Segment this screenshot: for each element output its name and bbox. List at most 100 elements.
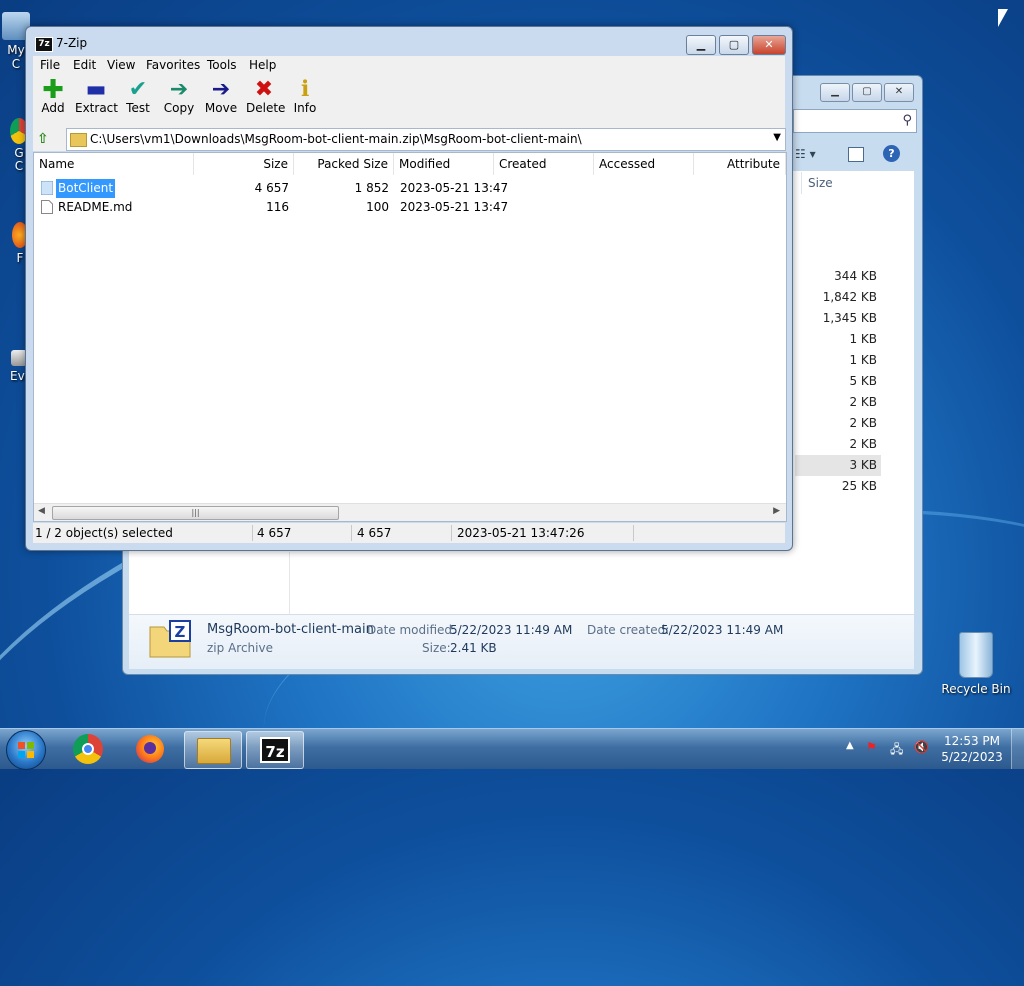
taskbar-firefox[interactable]	[122, 731, 178, 767]
status-separator	[633, 525, 634, 541]
start-button[interactable]	[6, 730, 46, 770]
status-bar: 1 / 2 object(s) selected 4 657 4 657 202…	[33, 523, 785, 543]
system-clock[interactable]: 12:53 PM 5/22/2023	[937, 733, 1007, 765]
chrome-icon	[73, 734, 103, 764]
details-label: Size:	[422, 641, 451, 655]
menu-view[interactable]: View	[107, 58, 135, 72]
taskbar-explorer[interactable]	[184, 731, 242, 769]
menu-file[interactable]: File	[40, 58, 60, 72]
tool-label: Test	[126, 101, 150, 115]
menu-bar: File Edit View Favorites Tools Help	[33, 56, 785, 75]
tool-label: Copy	[163, 101, 195, 115]
network-icon[interactable]: 🖧	[890, 740, 903, 761]
close-button[interactable]: ✕	[752, 35, 786, 55]
path-text: C:\Users\vm1\Downloads\MsgRoom-bot-clien…	[90, 132, 582, 146]
tool-label: Delete	[246, 101, 286, 115]
info-button[interactable]: ℹ Info	[290, 77, 320, 116]
maximize-button[interactable]: ▢	[719, 35, 749, 55]
delete-button[interactable]: ✖ Delete	[246, 79, 286, 116]
action-center-flag-icon[interactable]: ⚑	[866, 740, 877, 754]
move-button[interactable]: ➔ Move	[204, 77, 238, 116]
details-date-modified: 5/22/2023 11:49 AM	[450, 623, 573, 637]
clock-time: 12:53 PM	[944, 734, 1000, 748]
column-header-attributes[interactable]: Attribute	[694, 153, 786, 175]
command-bar: ☷ ▾ ?	[793, 142, 915, 168]
menu-help[interactable]: Help	[249, 58, 276, 72]
status-separator	[351, 525, 352, 541]
row-modified: 2023-05-21 13:47	[400, 200, 509, 214]
status-packed-size: 4 657	[357, 526, 392, 540]
up-folder-icon[interactable]: ⇧	[37, 131, 55, 147]
file-list[interactable]: Name Size Packed Size Modified Created A…	[33, 152, 787, 522]
view-options-icon[interactable]: ☷ ▾	[795, 147, 816, 161]
minimize-button[interactable]: ▁	[686, 35, 716, 55]
tool-label: Info	[293, 101, 317, 115]
file-size: 3 KB	[795, 455, 881, 476]
windows-logo-icon	[18, 742, 34, 758]
column-header-size[interactable]: Size	[801, 172, 888, 194]
file-size: 344 KB	[834, 269, 877, 283]
copy-button[interactable]: ➔ Copy	[163, 79, 195, 116]
file-icon	[41, 200, 53, 214]
file-size: 1,345 KB	[822, 311, 877, 325]
details-name: MsgRoom-bot-client-main	[207, 622, 374, 637]
extract-button[interactable]: ▬ Extract	[75, 79, 118, 116]
row-size: 4 657	[254, 181, 289, 195]
taskbar-chrome[interactable]	[60, 731, 116, 767]
horizontal-scrollbar[interactable]: ◀ ||| ▶	[34, 503, 786, 521]
row-name[interactable]: BotClient	[54, 178, 117, 199]
status-modified: 2023-05-21 13:47:26	[457, 526, 585, 540]
row-name[interactable]: README.md	[58, 198, 132, 217]
column-header-accessed[interactable]: Accessed	[594, 153, 694, 175]
info-icon: ℹ	[300, 77, 310, 102]
mouse-cursor-icon	[998, 9, 1008, 27]
column-header-packed-size[interactable]: Packed Size	[294, 153, 394, 175]
row-packed-size: 100	[366, 200, 389, 214]
preview-pane-icon[interactable]	[848, 147, 864, 162]
status-size: 4 657	[257, 526, 292, 540]
search-input[interactable]: ⚲	[793, 109, 917, 133]
file-size: 1 KB	[849, 332, 877, 346]
add-button[interactable]: ✚ Add	[39, 77, 67, 115]
column-header-name[interactable]: Name	[34, 153, 194, 175]
menu-favorites[interactable]: Favorites	[146, 58, 200, 72]
minimize-button[interactable]: ▁	[820, 83, 850, 102]
desktop-icon-recycle-bin[interactable]: Recycle Bin	[940, 632, 1012, 696]
table-row[interactable]: README.md 116 100 2023-05-21 13:47	[34, 198, 786, 217]
row-size: 116	[266, 200, 289, 214]
details-pane: Z MsgRoom-bot-client-main Date modified:…	[129, 614, 914, 669]
details-size: 2.41 KB	[450, 641, 497, 655]
table-row[interactable]: BotClient 4 657 1 852 2023-05-21 13:47	[34, 178, 786, 199]
column-header-modified[interactable]: Modified	[394, 153, 494, 175]
row-modified: 2023-05-21 13:47	[400, 181, 509, 195]
help-icon[interactable]: ?	[883, 145, 900, 162]
scroll-left-icon[interactable]: ◀	[38, 506, 45, 516]
details-label: Date modified:	[367, 623, 457, 637]
tool-label: Move	[204, 101, 238, 115]
chevron-down-icon[interactable]: ▼	[773, 132, 781, 143]
close-button[interactable]: ✕	[884, 83, 914, 102]
test-button[interactable]: ✔ Test	[123, 77, 153, 116]
menu-tools[interactable]: Tools	[207, 58, 237, 72]
folder-icon	[70, 133, 87, 147]
menu-edit[interactable]: Edit	[73, 58, 96, 72]
path-combobox[interactable]: C:\Users\vm1\Downloads\MsgRoom-bot-clien…	[66, 128, 786, 151]
file-size: 1 KB	[849, 353, 877, 367]
pane-divider	[289, 552, 290, 614]
taskbar-7zip[interactable]: 7z	[246, 731, 304, 769]
file-size: 25 KB	[841, 479, 877, 493]
volume-muted-icon[interactable]: 🔇	[914, 740, 929, 754]
move-icon: ➔	[211, 77, 231, 102]
column-header-size[interactable]: Size	[194, 153, 294, 175]
file-size: 2 KB	[849, 416, 877, 430]
test-icon: ✔	[128, 77, 148, 102]
scroll-right-icon[interactable]: ▶	[773, 506, 780, 516]
column-header-created[interactable]: Created	[494, 153, 594, 175]
title-bar[interactable]: 7z 7-Zip ▁ ▢ ✕	[26, 27, 792, 57]
7zip-window[interactable]: 7z 7-Zip ▁ ▢ ✕ File Edit View Favorites …	[25, 26, 793, 551]
scrollbar-thumb[interactable]: |||	[52, 506, 339, 520]
show-hidden-icons-icon[interactable]: ▲	[846, 740, 854, 751]
toolbar: ✚ Add ▬ Extract ✔ Test ➔ Copy ➔ Move ✖ D…	[33, 75, 785, 127]
show-desktop-button[interactable]	[1011, 729, 1024, 769]
maximize-button[interactable]: ▢	[852, 83, 882, 102]
